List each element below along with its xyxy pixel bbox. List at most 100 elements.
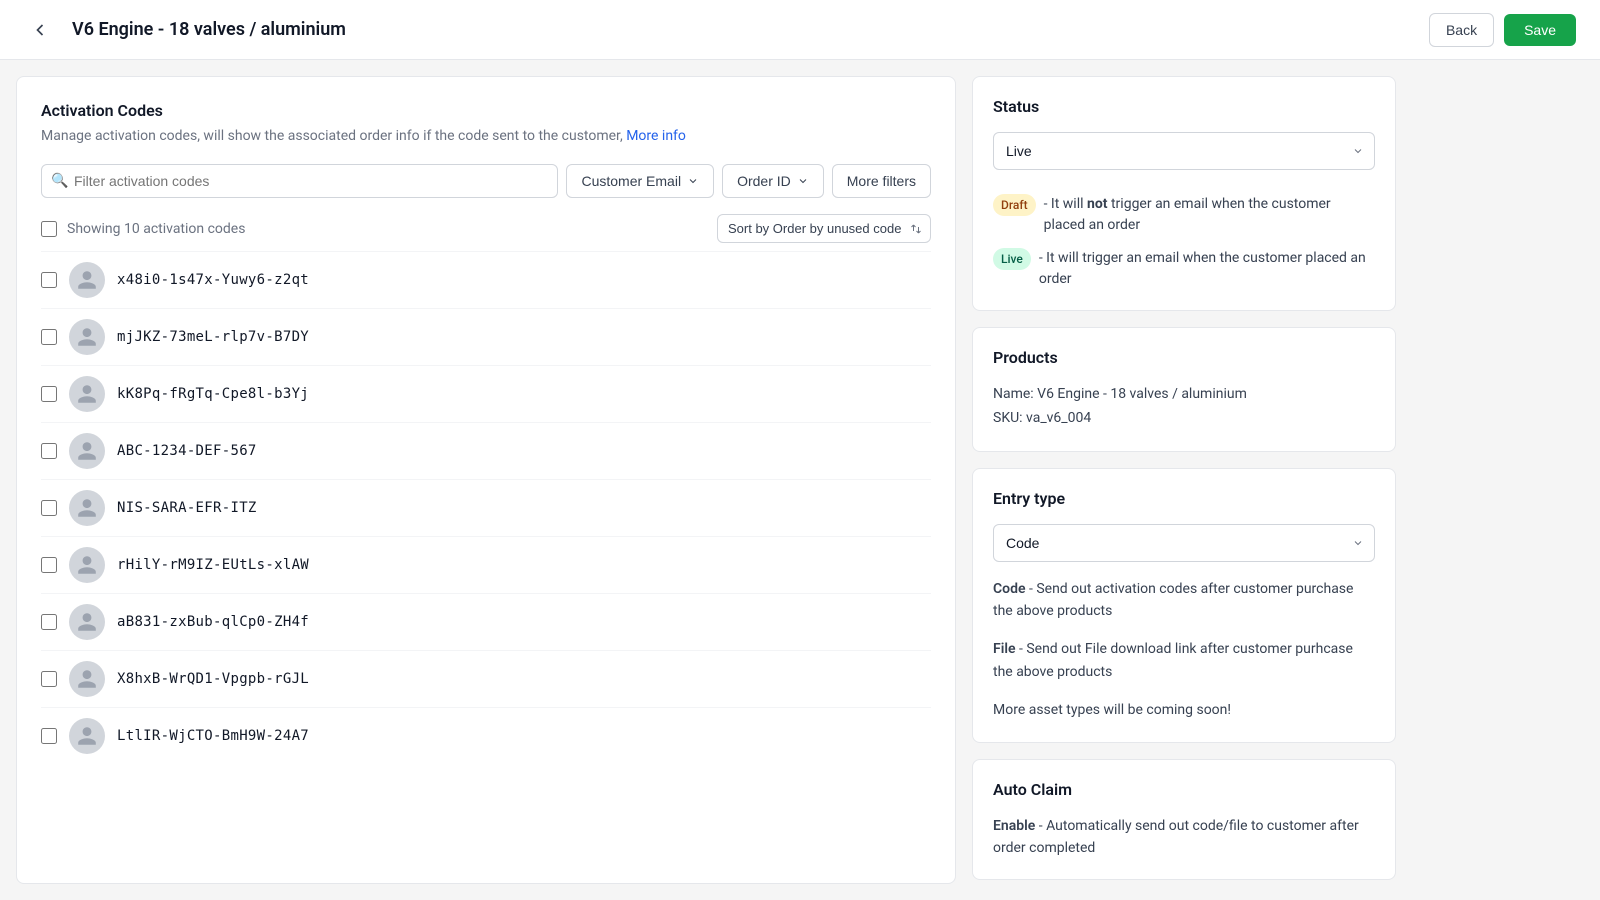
- avatar: [69, 376, 105, 412]
- table-row: LtlIR-WjCTO-BmH9W-24A7: [41, 707, 931, 764]
- code-value: rHilY-rM9IZ-EUtLs-xlAW: [117, 557, 309, 573]
- table-row: kK8Pq-fRgTq-Cpe8l-b3Yj: [41, 365, 931, 422]
- user-icon: [76, 383, 98, 405]
- user-icon: [76, 611, 98, 633]
- more-info-link[interactable]: More info: [626, 128, 686, 144]
- avatar: [69, 547, 105, 583]
- code-value: NIS-SARA-EFR-ITZ: [117, 500, 257, 516]
- code-desc-text: - Send out activation codes after custom…: [993, 581, 1353, 619]
- table-row: X8hxB-WrQD1-Vpgpb-rGJL: [41, 650, 931, 707]
- back-button[interactable]: Back: [1429, 13, 1494, 47]
- search-icon: 🔍: [51, 173, 68, 189]
- code-value: LtlIR-WjCTO-BmH9W-24A7: [117, 728, 309, 744]
- page-title: V6 Engine - 18 valves / aluminium: [72, 19, 1413, 40]
- products-card-title: Products: [993, 348, 1375, 367]
- order-id-filter[interactable]: Order ID: [722, 164, 824, 198]
- live-badge: Live: [993, 248, 1031, 270]
- layout: Activation Codes Manage activation codes…: [0, 60, 1600, 900]
- file-entry-desc: File - Send out File download link after…: [993, 638, 1375, 683]
- select-all-checkbox[interactable]: [41, 221, 57, 237]
- avatar: [69, 718, 105, 754]
- code-checkbox-0[interactable]: [41, 272, 57, 288]
- save-button[interactable]: Save: [1504, 14, 1576, 46]
- code-value: ABC-1234-DEF-567: [117, 443, 257, 459]
- status-select[interactable]: Live Draft: [993, 132, 1375, 170]
- user-icon: [76, 668, 98, 690]
- section-title: Activation Codes: [41, 101, 931, 120]
- section-desc: Manage activation codes, will show the a…: [41, 128, 931, 144]
- customer-email-filter[interactable]: Customer Email: [566, 164, 714, 198]
- code-checkbox-2[interactable]: [41, 386, 57, 402]
- code-value: aB831-zxBub-qlCp0-ZH4f: [117, 614, 309, 630]
- search-input[interactable]: [41, 164, 558, 198]
- filter-row: 🔍 Customer Email Order ID More filters: [41, 164, 931, 198]
- search-wrap: 🔍: [41, 164, 558, 198]
- avatar: [69, 319, 105, 355]
- auto-claim-desc: Enable - Automatically send out code/fil…: [993, 815, 1375, 860]
- customer-email-label: Customer Email: [581, 173, 681, 189]
- sort-select[interactable]: Sort by Order by unused code Sort by Ord…: [717, 214, 931, 243]
- user-icon: [76, 497, 98, 519]
- user-icon: [76, 269, 98, 291]
- product-name: Name: V6 Engine - 18 valves / aluminium: [993, 383, 1375, 407]
- code-entry-desc: Code - Send out activation codes after c…: [993, 578, 1375, 623]
- showing-left: Showing 10 activation codes: [41, 221, 245, 237]
- auto-claim-title: Auto Claim: [993, 780, 1375, 799]
- code-value: x48i0-1s47x-Yuwy6-z2qt: [117, 272, 309, 288]
- code-checkbox-3[interactable]: [41, 443, 57, 459]
- status-card-title: Status: [993, 97, 1375, 116]
- back-arrow-button[interactable]: [24, 14, 56, 46]
- order-id-label: Order ID: [737, 173, 791, 189]
- table-row: x48i0-1s47x-Yuwy6-z2qt: [41, 251, 931, 308]
- auto-claim-card: Auto Claim Enable - Automatically send o…: [972, 759, 1396, 881]
- product-sku: SKU: va_v6_004: [993, 407, 1375, 431]
- right-panel: Status Live Draft Draft - It will not tr…: [972, 60, 1412, 900]
- avatar: [69, 661, 105, 697]
- user-icon: [76, 554, 98, 576]
- code-checkbox-4[interactable]: [41, 500, 57, 516]
- code-checkbox-7[interactable]: [41, 671, 57, 687]
- enable-strong: Enable: [993, 818, 1035, 834]
- main-panel: Activation Codes Manage activation codes…: [16, 76, 956, 884]
- code-checkbox-8[interactable]: [41, 728, 57, 744]
- entry-type-title: Entry type: [993, 489, 1375, 508]
- chevron-down-icon: [797, 175, 809, 187]
- file-desc-text: - Send out File download link after cust…: [993, 641, 1353, 679]
- draft-badge: Draft: [993, 194, 1036, 216]
- user-icon: [76, 725, 98, 747]
- code-checkbox-1[interactable]: [41, 329, 57, 345]
- header-actions: Back Save: [1429, 13, 1576, 47]
- avatar: [69, 262, 105, 298]
- avatar: [69, 433, 105, 469]
- table-row: ABC-1234-DEF-567: [41, 422, 931, 479]
- codes-list: x48i0-1s47x-Yuwy6-z2qt mjJKZ-73meL-rlp7v…: [41, 251, 931, 764]
- avatar: [69, 490, 105, 526]
- code-value: X8hxB-WrQD1-Vpgpb-rGJL: [117, 671, 309, 687]
- entry-type-select[interactable]: Code File: [993, 524, 1375, 562]
- code-strong: Code: [993, 581, 1026, 597]
- enable-desc: - Automatically send out code/file to cu…: [993, 818, 1359, 856]
- draft-desc: - It will not trigger an email when the …: [1044, 194, 1375, 236]
- table-row: NIS-SARA-EFR-ITZ: [41, 479, 931, 536]
- products-card: Products Name: V6 Engine - 18 valves / a…: [972, 327, 1396, 452]
- file-strong: File: [993, 641, 1016, 657]
- user-icon: [76, 440, 98, 462]
- user-icon: [76, 326, 98, 348]
- code-checkbox-6[interactable]: [41, 614, 57, 630]
- showing-count: Showing 10 activation codes: [67, 221, 245, 237]
- header: V6 Engine - 18 valves / aluminium Back S…: [0, 0, 1600, 60]
- live-status-info: Live - It will trigger an email when the…: [993, 248, 1375, 290]
- table-row: rHilY-rM9IZ-EUtLs-xlAW: [41, 536, 931, 593]
- code-checkbox-5[interactable]: [41, 557, 57, 573]
- section-desc-text: Manage activation codes, will show the a…: [41, 128, 623, 144]
- code-value: kK8Pq-fRgTq-Cpe8l-b3Yj: [117, 386, 309, 402]
- avatar: [69, 604, 105, 640]
- table-row: mjJKZ-73meL-rlp7v-B7DY: [41, 308, 931, 365]
- status-card: Status Live Draft Draft - It will not tr…: [972, 76, 1396, 311]
- chevron-down-icon: [687, 175, 699, 187]
- coming-soon-text: More asset types will be coming soon!: [993, 699, 1375, 721]
- more-filters-button[interactable]: More filters: [832, 164, 931, 198]
- draft-status-info: Draft - It will not trigger an email whe…: [993, 194, 1375, 236]
- showing-row: Showing 10 activation codes Sort by Orde…: [41, 214, 931, 243]
- live-desc: - It will trigger an email when the cust…: [1039, 248, 1375, 290]
